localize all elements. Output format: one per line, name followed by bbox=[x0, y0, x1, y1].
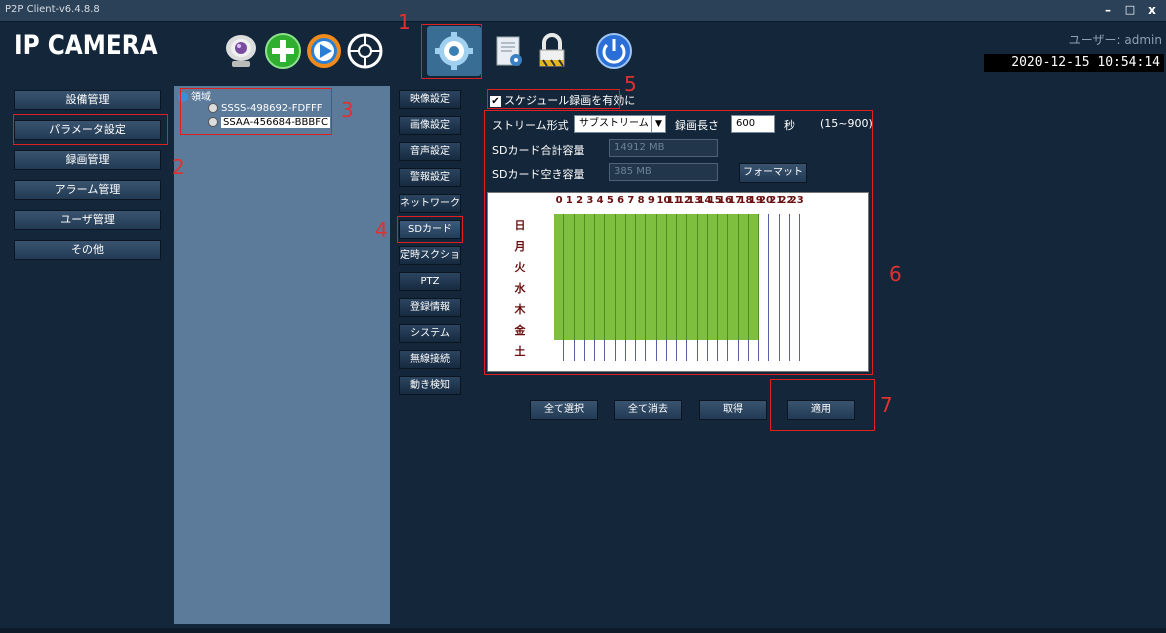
play-icon[interactable] bbox=[303, 30, 345, 72]
add-icon[interactable] bbox=[262, 30, 304, 72]
datetime-display: 2020-12-15 10:54:14 bbox=[984, 54, 1164, 72]
power-icon[interactable] bbox=[593, 30, 635, 72]
annotation-number-4: 4 bbox=[375, 218, 388, 242]
annotation-box-4 bbox=[397, 216, 463, 243]
menu-registration-info[interactable]: 登録情報 bbox=[399, 298, 461, 317]
annotation-box-2 bbox=[13, 114, 168, 145]
title-bar: P2P Client-v6.4.8.8 – □ x bbox=[0, 0, 1166, 22]
menu-wireless[interactable]: 無線接続 bbox=[399, 350, 461, 369]
annotation-box-7 bbox=[770, 379, 875, 431]
annotation-box-3 bbox=[180, 88, 332, 135]
annotation-box-5 bbox=[487, 89, 620, 109]
annotation-number-7: 7 bbox=[880, 393, 893, 417]
ptz-icon[interactable] bbox=[344, 30, 386, 72]
minimize-button[interactable]: – bbox=[1098, 2, 1118, 18]
app-window: P2P Client-v6.4.8.8 – □ x IP CAMERA ユーザー… bbox=[0, 0, 1166, 633]
device-tree-panel bbox=[174, 86, 390, 624]
annotation-number-6: 6 bbox=[889, 262, 902, 286]
annotation-box-6 bbox=[484, 110, 873, 375]
status-strip bbox=[0, 628, 1166, 633]
nav-alarm-management[interactable]: アラーム管理 bbox=[14, 180, 161, 200]
app-logo: IP CAMERA bbox=[14, 30, 158, 61]
menu-scheduled-snapshot[interactable]: 定時スクショ bbox=[399, 246, 461, 265]
annotation-number-5: 5 bbox=[624, 72, 637, 96]
annotation-number-3: 3 bbox=[341, 98, 354, 122]
nav-other[interactable]: その他 bbox=[14, 240, 161, 260]
menu-alarm-settings[interactable]: 警報設定 bbox=[399, 168, 461, 187]
annotation-number-2: 2 bbox=[172, 155, 185, 179]
menu-image-settings[interactable]: 画像設定 bbox=[399, 116, 461, 135]
maximize-button[interactable]: □ bbox=[1120, 2, 1140, 18]
header: IP CAMERA ユーザー: admin 2020-12-15 10:54:1… bbox=[0, 22, 1166, 76]
nav-user-management[interactable]: ユーザ管理 bbox=[14, 210, 161, 230]
user-label: ユーザー: admin bbox=[1068, 33, 1162, 47]
nav-recording-management[interactable]: 録画管理 bbox=[14, 150, 161, 170]
camera-icon[interactable] bbox=[220, 30, 262, 72]
nav-device-management[interactable]: 設備管理 bbox=[14, 90, 161, 110]
window-title: P2P Client-v6.4.8.8 bbox=[5, 4, 100, 15]
get-button[interactable]: 取得 bbox=[699, 400, 767, 420]
menu-system[interactable]: システム bbox=[399, 324, 461, 343]
annotation-number-1: 1 bbox=[398, 10, 411, 34]
select-all-button[interactable]: 全て選択 bbox=[530, 400, 598, 420]
log-icon[interactable] bbox=[488, 30, 530, 72]
close-button[interactable]: x bbox=[1142, 2, 1162, 18]
menu-ptz[interactable]: PTZ bbox=[399, 272, 461, 291]
clear-all-button[interactable]: 全て消去 bbox=[614, 400, 682, 420]
annotation-box-1 bbox=[421, 24, 482, 79]
menu-motion-detection[interactable]: 動き検知 bbox=[399, 376, 461, 395]
menu-network[interactable]: ネットワーク bbox=[399, 194, 461, 213]
lock-icon[interactable] bbox=[531, 30, 573, 72]
menu-audio-settings[interactable]: 音声設定 bbox=[399, 142, 461, 161]
menu-video-settings[interactable]: 映像設定 bbox=[399, 90, 461, 109]
